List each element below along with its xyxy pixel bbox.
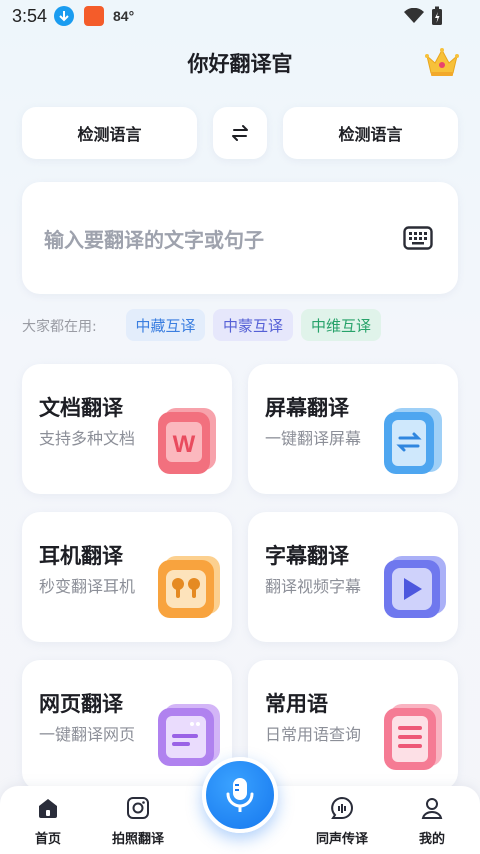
source-language-label: 检测语言 (77, 125, 142, 144)
tile-title: 文档翻译 (39, 396, 123, 420)
target-language-label: 检测语言 (338, 125, 403, 144)
phrase-list-icon (384, 704, 442, 770)
wifi-icon (404, 7, 424, 28)
nav-home-label: 首页 (34, 832, 61, 847)
temperature: 84° (113, 8, 135, 24)
tile-phrases[interactable]: 常用语 日常用语查询 (248, 660, 458, 790)
text-input-card[interactable]: 输入要翻译的文字或句子 (22, 182, 458, 294)
tile-subtitle: 秒变翻译耳机 (39, 577, 136, 596)
tile-screen-translate[interactable]: 屏幕翻译 一键翻译屏幕 (248, 364, 458, 494)
camera-icon (127, 797, 149, 819)
target-language-button[interactable]: 检测语言 (283, 107, 458, 159)
word-document-icon: W (158, 408, 216, 474)
tile-title: 屏幕翻译 (265, 396, 349, 420)
status-bar: 3:54 84° (0, 0, 480, 32)
tile-title: 耳机翻译 (39, 544, 123, 568)
nav-mine[interactable]: 我的 (392, 796, 472, 847)
play-video-icon (384, 556, 446, 618)
chip-zh-uyghur[interactable]: 中维互译 (301, 309, 381, 341)
tile-subtitle: 日常用语查询 (265, 725, 362, 744)
popular-label: 大家都在用: (22, 319, 97, 335)
tile-document-translate[interactable]: 文档翻译 支持多种文档 W (22, 364, 232, 494)
status-time: 3:54 (12, 6, 48, 26)
nav-home[interactable]: 首页 (8, 796, 88, 847)
swap-language-button[interactable] (213, 107, 267, 159)
keyboard-icon[interactable] (403, 226, 433, 254)
nav-photo-translate[interactable]: 拍照翻译 (98, 796, 178, 847)
tile-subtitle: 一键翻译网页 (39, 725, 136, 744)
profile-icon (421, 798, 443, 819)
source-language-button[interactable]: 检测语言 (22, 107, 197, 159)
tile-title: 常用语 (265, 692, 328, 716)
tile-subtitle-translate[interactable]: 字幕翻译 翻译视频字幕 (248, 512, 458, 642)
phone-screen-icon (384, 408, 442, 474)
download-icon (54, 6, 74, 26)
chip-zh-mongolian[interactable]: 中蒙互译 (213, 309, 293, 341)
tile-subtitle: 一键翻译屏幕 (265, 429, 362, 448)
tile-title: 网页翻译 (39, 692, 123, 716)
app-notification-icon (84, 6, 104, 26)
crown-icon[interactable] (424, 46, 460, 82)
earbuds-icon (158, 556, 220, 618)
microphone-icon (226, 778, 254, 812)
tile-subtitle: 翻译视频字幕 (265, 577, 362, 596)
tile-title: 字幕翻译 (265, 544, 349, 568)
swap-arrows-icon (232, 125, 248, 141)
battery-icon (431, 6, 443, 30)
voice-input-button[interactable] (202, 757, 278, 833)
nav-mine-label: 我的 (418, 832, 445, 847)
svg-text:W: W (173, 431, 196, 458)
tile-subtitle: 支持多种文档 (39, 429, 136, 448)
nav-simultaneous-interpret[interactable]: 同声传译 (302, 796, 382, 847)
chip-zh-tibetan[interactable]: 中藏互译 (126, 309, 205, 341)
voice-chat-icon (331, 796, 353, 819)
input-placeholder: 输入要翻译的文字或句子 (44, 228, 264, 252)
nav-photo-label: 拍照翻译 (111, 832, 164, 847)
home-icon (39, 799, 57, 818)
page-title: 你好翻译官 (187, 52, 293, 76)
tile-web-translate[interactable]: 网页翻译 一键翻译网页 (22, 660, 232, 790)
nav-voice-label: 同声传译 (315, 832, 368, 847)
tile-earbuds-translate[interactable]: 耳机翻译 秒变翻译耳机 (22, 512, 232, 642)
